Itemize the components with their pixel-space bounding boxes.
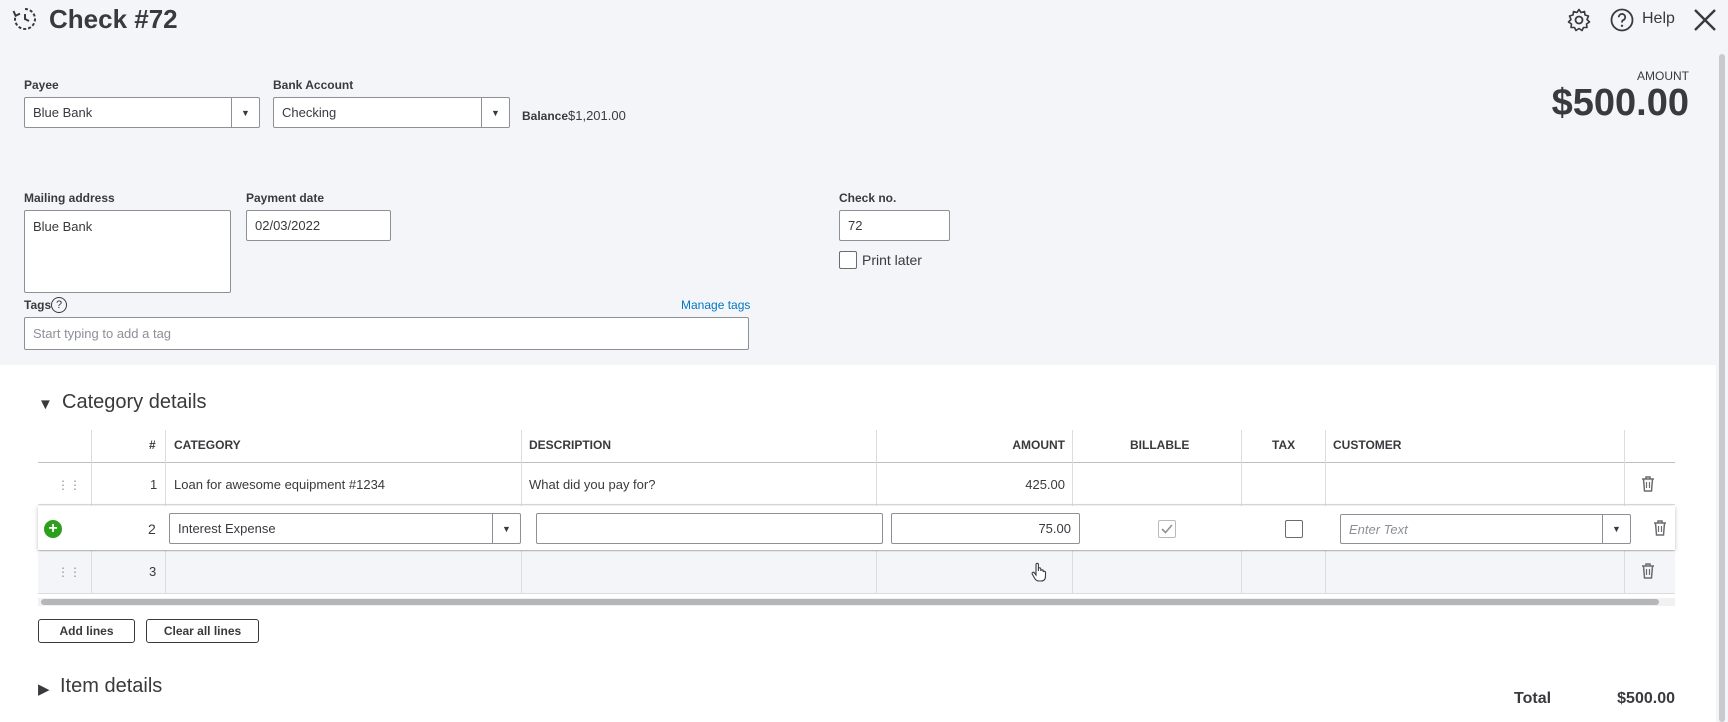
hand-cursor-icon (1031, 562, 1047, 582)
close-icon[interactable] (1692, 7, 1718, 33)
row-amount[interactable]: 425.00 (1025, 477, 1065, 492)
payment-date-value: 02/03/2022 (255, 218, 321, 233)
trash-icon[interactable] (1641, 476, 1655, 492)
col-header-billable: BILLABLE (1130, 438, 1190, 452)
add-lines-button[interactable]: Add lines (38, 619, 135, 643)
col-divider (1241, 552, 1242, 593)
col-header-category: CATEGORY (174, 438, 241, 452)
question-icon[interactable]: ? (51, 297, 67, 313)
col-header-num: # (149, 438, 156, 452)
bank-account-select[interactable]: Checking ▼ (273, 97, 510, 128)
mailing-address-value: Blue Bank (33, 219, 93, 234)
total-label: Total (1514, 690, 1552, 707)
mailing-address-field[interactable]: Blue Bank (24, 210, 231, 293)
gear-icon[interactable] (1567, 8, 1591, 32)
row-description-placeholder[interactable]: What did you pay for? (529, 477, 655, 492)
balance-value: $1,201.00 (568, 108, 626, 123)
collapse-triangle-icon[interactable]: ▼ (38, 396, 53, 413)
trash-icon[interactable] (1653, 520, 1667, 536)
check-no-field[interactable]: 72 (839, 210, 950, 241)
col-divider (91, 552, 92, 593)
drag-handle-icon[interactable]: ⋮⋮ (57, 478, 81, 492)
total-value: $500.00 (1617, 690, 1675, 707)
row-category[interactable]: Loan for awesome equipment #1234 (174, 477, 385, 492)
row-customer-placeholder: Enter Text (1349, 521, 1408, 537)
expand-triangle-icon[interactable]: ▶ (38, 680, 50, 698)
payee-value: Blue Bank (33, 105, 93, 120)
row-amount-input[interactable]: 75.00 (891, 513, 1080, 544)
row-divider (38, 593, 1675, 594)
payment-date-label: Payment date (246, 191, 325, 205)
col-header-amount: AMOUNT (1012, 438, 1065, 452)
row-number: 1 (150, 477, 158, 492)
col-header-description: DESCRIPTION (529, 438, 612, 452)
payee-label: Payee (24, 78, 59, 92)
payment-date-field[interactable]: 02/03/2022 (246, 210, 391, 241)
row-number: 2 (148, 521, 156, 537)
row-number: 3 (149, 564, 157, 579)
table-row[interactable] (38, 552, 1675, 593)
row-description-input[interactable] (536, 513, 883, 544)
chevron-down-icon[interactable]: ▼ (481, 98, 509, 127)
row-divider (38, 504, 1675, 505)
tags-placeholder: Start typing to add a tag (33, 326, 172, 341)
history-icon[interactable] (12, 6, 38, 32)
mailing-address-label: Mailing address (24, 191, 115, 205)
col-header-customer: CUSTOMER (1333, 438, 1402, 452)
row-customer-select[interactable]: Enter Text ▼ (1340, 514, 1631, 544)
manage-tags-link[interactable]: Manage tags (681, 298, 750, 312)
trash-icon[interactable] (1641, 563, 1655, 579)
add-row-icon[interactable]: + (44, 520, 62, 538)
table-scrollbar-thumb[interactable] (41, 599, 1659, 605)
col-divider (1072, 552, 1073, 593)
amount-label: AMOUNT (1637, 69, 1689, 83)
billable-checkbox[interactable] (1158, 520, 1176, 538)
clear-all-lines-button[interactable]: Clear all lines (146, 619, 259, 643)
print-later-label[interactable]: Print later (862, 252, 922, 268)
col-divider (521, 552, 522, 593)
row-category-select[interactable]: Interest Expense ▼ (169, 513, 521, 544)
col-divider (165, 552, 166, 593)
tags-label: Tags (24, 298, 52, 312)
page-title: Check #72 (49, 4, 178, 34)
row-divider (38, 550, 1675, 551)
col-divider (876, 552, 877, 593)
table-header-divider (38, 462, 1675, 463)
form-header-area (0, 0, 1716, 365)
col-divider (1624, 552, 1625, 593)
scrollbar-thumb[interactable] (1719, 54, 1725, 722)
row-category-value: Interest Expense (178, 521, 276, 536)
col-header-tax: TAX (1272, 438, 1296, 452)
chevron-down-icon[interactable]: ▼ (492, 514, 520, 543)
bank-account-value: Checking (282, 105, 337, 120)
drag-handle-icon[interactable]: ⋮⋮ (57, 565, 81, 579)
balance-label: Balance (522, 109, 569, 123)
tags-input[interactable]: Start typing to add a tag (24, 317, 749, 350)
chevron-down-icon[interactable]: ▼ (231, 98, 259, 127)
category-details-title[interactable]: Category details (62, 391, 207, 414)
tax-checkbox[interactable] (1285, 520, 1303, 538)
row-amount-value: 75.00 (1038, 521, 1071, 536)
col-divider (1325, 552, 1326, 593)
chevron-down-icon[interactable]: ▼ (1602, 515, 1630, 543)
payee-select[interactable]: Blue Bank ▼ (24, 97, 260, 128)
bank-account-label: Bank Account (273, 78, 354, 92)
help-label[interactable]: Help (1642, 10, 1675, 28)
check-no-label: Check no. (839, 191, 897, 205)
item-details-title[interactable]: Item details (60, 675, 162, 698)
amount-total: $500.00 (1551, 82, 1689, 124)
help-icon[interactable] (1610, 8, 1634, 32)
print-later-checkbox[interactable] (839, 251, 857, 269)
check-no-value: 72 (848, 218, 863, 233)
